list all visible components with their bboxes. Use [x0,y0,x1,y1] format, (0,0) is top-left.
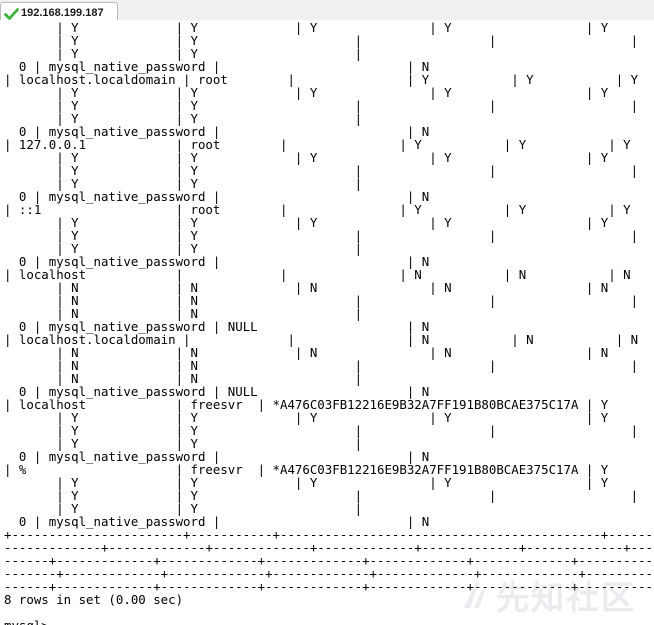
tab-title: 192.168.199.187 [21,6,104,19]
terminal-line: 8 rows in set (0.00 sec) [4,592,184,607]
terminal-line: mysql> [4,619,49,625]
session-tab[interactable]: 192.168.199.187 [0,2,118,22]
tab-bar: 192.168.199.187 [0,0,654,22]
terminal-output[interactable]: | Y | Y | Y | Y | Y | Y | Y | | | | Y | … [0,20,654,625]
check-icon [4,6,19,20]
